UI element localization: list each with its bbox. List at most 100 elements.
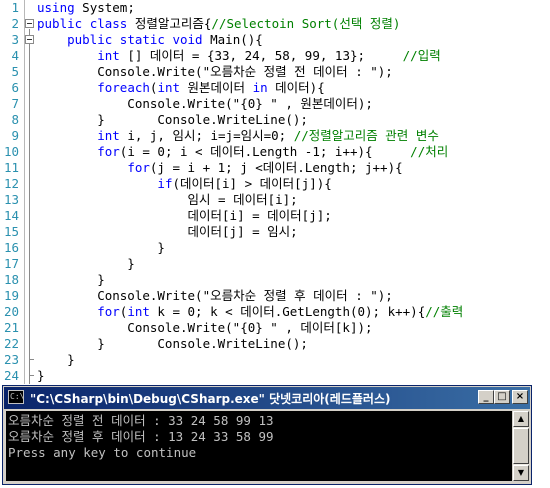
code-keyword: for <box>97 304 120 319</box>
code-token: } <box>37 368 45 383</box>
scroll-up-arrow-icon[interactable]: ▲ <box>513 411 529 427</box>
maximize-button[interactable]: □ <box>494 390 510 404</box>
code-line[interactable]: 8 } Console.WriteLine(); <box>0 112 550 128</box>
code-editor[interactable]: 1 using System; 2 public class 정렬알고리즘{//Sel… <box>0 0 550 384</box>
code-text: } <box>37 240 165 256</box>
code-line[interactable]: 13 임시 = 데이터[i]; <box>0 192 550 208</box>
code-keyword: int <box>127 304 150 319</box>
console-title: "C:\CSharp\bin\Debug\CSharp.exe" 닷넷코리아(레… <box>30 392 391 406</box>
code-line[interactable]: 22 } Console.WriteLine(); <box>0 336 550 352</box>
code-line[interactable]: 16 } <box>0 240 550 256</box>
code-keyword: int <box>157 80 181 95</box>
code-line[interactable]: 17 } <box>0 256 550 272</box>
line-number: 19 <box>3 288 19 303</box>
code-line[interactable]: 23 } <box>0 352 550 368</box>
code-token: System; <box>74 0 135 15</box>
line-number: 18 <box>3 272 19 287</box>
code-token: Console.Write("{0} " , 데이터[k]); <box>37 320 373 335</box>
code-line[interactable]: 11 for(j = i + 1; j <데이터.Length; j++){ <box>0 160 550 176</box>
console-output-line: Press any key to continue <box>8 445 197 460</box>
line-number: 3 <box>11 32 19 47</box>
code-token: 데이터[i] = 데이터[j]; <box>37 208 332 223</box>
code-keyword: int <box>97 128 120 143</box>
console-app-icon[interactable]: C:\ <box>8 390 24 404</box>
code-line[interactable]: 4 int [] 데이터 = {33, 24, 58, 99, 13}; //입… <box>0 48 550 64</box>
code-line[interactable]: 2 public class 정렬알고리즘{//Selectoin Sort(선택… <box>0 16 550 32</box>
code-comment: //입력 <box>402 48 441 63</box>
code-text: Console.Write("오름차순 정렬 전 데이터 : "); <box>37 64 393 80</box>
line-number: 20 <box>3 304 19 319</box>
code-token: 데이터[j] = 임시; <box>37 224 298 239</box>
code-token: } Console.WriteLine(); <box>37 112 308 127</box>
code-line[interactable]: 7 Console.Write("{0} " , 원본데이터); <box>0 96 550 112</box>
code-text: 데이터[i] = 데이터[j]; <box>37 208 332 224</box>
line-number: 1 <box>11 0 19 15</box>
code-token: (i = 0; i < 데이터.Length -1; i++){ <box>119 144 411 159</box>
code-text: int i, j, 임시; i=j=임시=0; //정렬알고리즘 관련 변수 <box>37 128 439 144</box>
code-text: } <box>37 256 135 272</box>
code-line[interactable]: 12 if(데이터[i] > 데이터[j]){ <box>0 176 550 192</box>
code-text: } Console.WriteLine(); <box>37 336 308 352</box>
line-number: 21 <box>3 320 19 335</box>
code-text: using System; <box>37 0 135 16</box>
code-keyword: for <box>127 160 150 175</box>
code-text: foreach(int 원본데이터 in 데이터){ <box>37 80 325 96</box>
code-line[interactable]: 6 foreach(int 원본데이터 in 데이터){ <box>0 80 550 96</box>
console-vertical-scrollbar[interactable]: ▲ ▼ <box>513 411 529 481</box>
code-line[interactable]: 18 } <box>0 272 550 288</box>
code-line[interactable]: 15 데이터[j] = 임시; <box>0 224 550 240</box>
close-button[interactable]: × <box>512 390 528 404</box>
code-comment: //정렬알고리즘 관련 변수 <box>293 128 439 143</box>
code-line[interactable]: 20 for(int k = 0; k < 데이터.GetLength(0); … <box>0 304 550 320</box>
code-line[interactable]: 24} <box>0 368 550 384</box>
console-window[interactable]: C:\ "C:\CSharp\bin\Debug\CSharp.exe" 닷넷코… <box>2 385 532 485</box>
line-number: 2 <box>11 16 19 31</box>
code-line[interactable]: 1 using System; <box>0 0 550 16</box>
code-text: if(데이터[i] > 데이터[j]){ <box>37 176 331 192</box>
line-number: 7 <box>11 96 19 111</box>
code-keyword: public <box>37 16 83 31</box>
line-number: 15 <box>3 224 19 239</box>
code-keyword: if <box>157 176 173 191</box>
code-line[interactable]: 10 for(i = 0; i < 데이터.Length -1; i++){ /… <box>0 144 550 160</box>
code-token: i, j, 임시; i=j=임시=0; <box>119 128 294 143</box>
code-text: public class 정렬알고리즘{//Selectoin Sort(선택 … <box>37 16 400 32</box>
code-keyword: foreach <box>97 80 150 95</box>
minimize-button[interactable]: _ <box>478 390 494 404</box>
console-output-area[interactable]: 오름차순 정렬 전 데이터 : 33 24 58 99 13 오름차순 정렬 후… <box>6 411 512 481</box>
line-number: 24 <box>3 368 19 383</box>
code-token: } Console.WriteLine(); <box>37 336 308 351</box>
line-number: 8 <box>11 112 19 127</box>
code-line[interactable]: 5 Console.Write("오름차순 정렬 전 데이터 : "); <box>0 64 550 80</box>
code-token: Console.Write("{0} " , 원본데이터); <box>37 96 373 111</box>
code-text: 임시 = 데이터[i]; <box>37 192 298 208</box>
scrollbar-thumb[interactable] <box>513 428 529 464</box>
code-line[interactable]: 3 public static void Main(){ <box>0 32 550 48</box>
fold-end-class <box>29 375 34 376</box>
code-token: Console.Write("오름차순 정렬 전 데이터 : "); <box>37 64 393 79</box>
code-text: for(j = i + 1; j <데이터.Length; j++){ <box>37 160 402 176</box>
code-text: 데이터[j] = 임시; <box>37 224 298 240</box>
fold-collapse-icon-class[interactable] <box>25 19 34 28</box>
code-token: [] 데이터 = {33, 24, 58, 99, 13}; <box>119 48 403 63</box>
console-title-bar[interactable]: C:\ "C:\CSharp\bin\Debug\CSharp.exe" 닷넷코… <box>4 387 530 409</box>
code-text: } Console.WriteLine(); <box>37 112 308 128</box>
fold-collapse-icon-main[interactable] <box>25 35 34 44</box>
code-line[interactable]: 14 데이터[i] = 데이터[j]; <box>0 208 550 224</box>
code-line[interactable]: 19 Console.Write("오름차순 정렬 후 데이터 : "); <box>0 288 550 304</box>
line-number: 12 <box>3 176 19 191</box>
line-number: 11 <box>3 160 19 175</box>
scroll-down-arrow-icon[interactable]: ▼ <box>513 465 529 481</box>
line-number: 17 <box>3 256 19 271</box>
console-output-line: 오름차순 정렬 전 데이터 : 33 24 58 99 13 <box>8 413 274 428</box>
code-line[interactable]: 9 int i, j, 임시; i=j=임시=0; //정렬알고리즘 관련 변수 <box>0 128 550 144</box>
code-line[interactable]: 21 Console.Write("{0} " , 데이터[k]); <box>0 320 550 336</box>
code-token: } <box>37 272 105 287</box>
